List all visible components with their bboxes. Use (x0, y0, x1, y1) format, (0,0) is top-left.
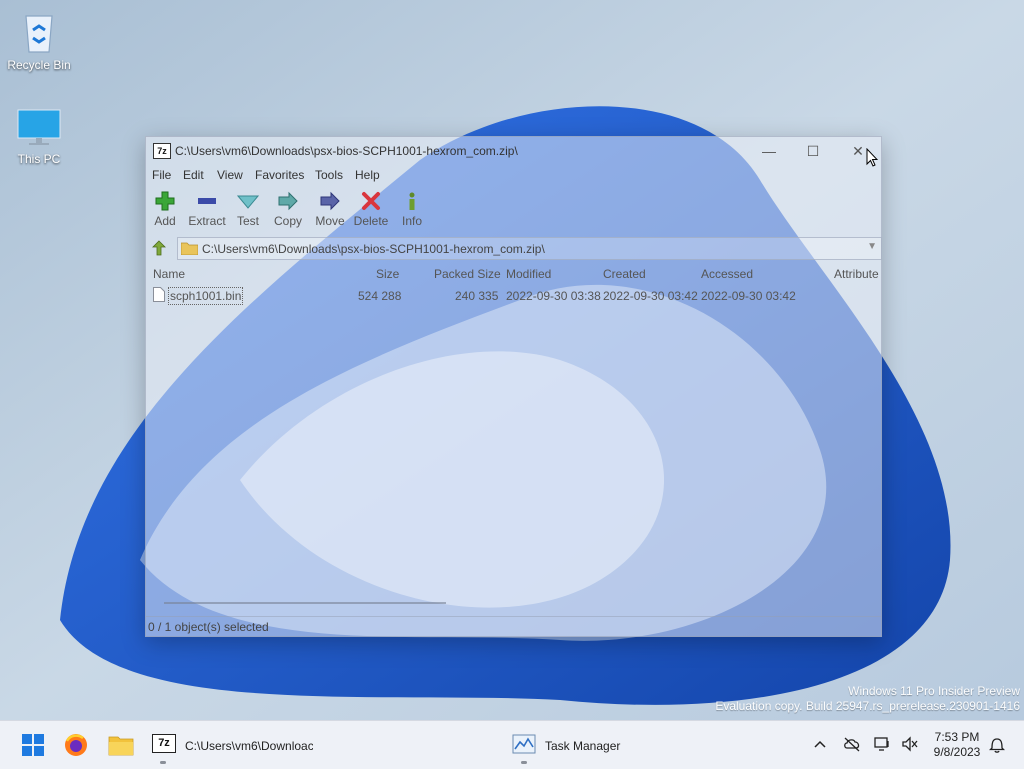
clock-date: 9/8/2023 (933, 745, 981, 759)
info-button[interactable]: Info (390, 191, 434, 228)
column-header-attributes[interactable]: Attribute (834, 267, 879, 281)
column-header-name[interactable]: Name (153, 267, 185, 281)
this-pc-icon (17, 109, 61, 145)
move-label: Move (315, 214, 345, 228)
taskbar-active-indicator (160, 761, 166, 764)
windows-watermark: Windows 11 Pro Insider Preview Evaluatio… (715, 684, 1020, 714)
volume-muted-icon[interactable] (901, 736, 919, 752)
copy-icon (278, 191, 298, 211)
copy-label: Copy (273, 214, 302, 228)
taskbar-app-label: C:\Users\vm6\Downloac (185, 739, 313, 753)
add-button[interactable]: Add (143, 191, 187, 228)
window-title: C:\Users\vm6\Downloads\psx-bios-SCPH1001… (175, 144, 518, 158)
maximize-button[interactable]: ☐ (791, 137, 835, 165)
network-icon[interactable] (874, 736, 892, 752)
desktop-icon-label: This PC (17, 152, 61, 166)
test-label: Test (236, 214, 259, 228)
info-label: Info (401, 214, 422, 228)
watermark-edition: Windows 11 Pro Insider Preview (848, 684, 1020, 698)
status-bar: 0 / 1 object(s) selected (146, 616, 881, 637)
horizontal-scrollbar[interactable] (164, 602, 446, 604)
test-button[interactable]: Test (226, 191, 270, 228)
move-button[interactable]: Move (308, 191, 352, 228)
taskbar-active-indicator (521, 761, 527, 764)
notification-bell-icon[interactable] (989, 736, 1005, 753)
menu-help[interactable]: Help (355, 168, 380, 182)
file-packed-size: 240 335 (455, 289, 499, 303)
menu-file[interactable]: File (152, 168, 171, 182)
up-folder-icon[interactable] (151, 240, 167, 256)
column-header-size[interactable]: Size (376, 267, 399, 281)
clock-time: 7:53 PM (934, 730, 980, 744)
file-manager-window[interactable]: 7z C:\Users\vm6\Downloads\psx-bios-SCPH1… (145, 136, 882, 637)
file-modified: 2022-09-30 03:38 (506, 289, 601, 303)
firefox-icon[interactable] (64, 733, 88, 757)
clock[interactable]: 7:53 PM 9/8/2023 (932, 730, 982, 760)
test-icon (237, 195, 259, 209)
info-icon (409, 192, 415, 210)
extract-label: Extract (188, 214, 226, 228)
file-icon (153, 287, 165, 302)
watermark-build: Evaluation copy. Build 25947.rs_prerelea… (715, 699, 1020, 713)
file-size: 524 288 (358, 289, 402, 303)
recycle-bin-icon (25, 15, 53, 53)
status-text: 0 / 1 object(s) selected (148, 620, 269, 634)
column-header-modified[interactable]: Modified (506, 267, 551, 281)
start-icon[interactable] (21, 733, 45, 757)
desktop-icon-recycle-bin[interactable]: Recycle Bin (1, 10, 77, 72)
menu-view[interactable]: View (217, 168, 243, 182)
mouse-cursor-icon (866, 148, 878, 167)
copy-button[interactable]: Copy (266, 191, 310, 228)
title-bar[interactable]: 7z C:\Users\vm6\Downloads\psx-bios-SCPH1… (146, 137, 881, 165)
chevron-up-icon[interactable] (813, 739, 827, 749)
add-icon (155, 191, 175, 211)
folder-icon (181, 242, 198, 255)
file-created: 2022-09-30 03:42 (603, 289, 698, 303)
file-name: scph1001.bin (168, 287, 244, 305)
address-field[interactable]: C:\Users\vm6\Downloads\psx-bios-SCPH1001… (177, 237, 882, 260)
desktop-icon-this-pc[interactable]: This PC (1, 108, 77, 166)
taskbar-app-label: Task Manager (545, 739, 621, 753)
taskbar: 7z C:\Users\vm6\Downloac Task Manager 7:… (0, 720, 1024, 769)
column-header-accessed[interactable]: Accessed (701, 267, 753, 281)
column-header-created[interactable]: Created (603, 267, 646, 281)
chevron-down-icon[interactable]: ▼ (867, 241, 877, 252)
desktop-icon-label: Recycle Bin (7, 58, 71, 72)
delete-label: Delete (353, 214, 389, 228)
delete-button[interactable]: Delete (349, 191, 393, 228)
file-explorer-icon[interactable] (108, 733, 134, 757)
menu-tools[interactable]: Tools (315, 168, 343, 182)
7zip-app-icon: 7z (152, 734, 176, 753)
column-header-packed-size[interactable]: Packed Size (434, 267, 501, 281)
address-path: C:\Users\vm6\Downloads\psx-bios-SCPH1001… (202, 242, 545, 256)
menu-favorites[interactable]: Favorites (255, 168, 304, 182)
extract-icon (198, 198, 216, 204)
minimize-button[interactable]: — (747, 137, 791, 165)
add-label: Add (154, 214, 176, 228)
address-bar: C:\Users\vm6\Downloads\psx-bios-SCPH1001… (146, 237, 882, 260)
7zip-app-icon: 7z (153, 143, 171, 159)
onedrive-offline-icon[interactable] (843, 736, 861, 752)
move-icon (320, 191, 340, 211)
extract-button[interactable]: Extract (185, 191, 229, 228)
file-accessed: 2022-09-30 03:42 (701, 289, 796, 303)
task-manager-icon (512, 734, 536, 754)
toolbar: Add Extract Test Copy Move Delete Info (146, 187, 881, 233)
delete-icon (362, 192, 380, 210)
file-list[interactable]: Name Size Packed Size Modified Created A… (146, 261, 881, 616)
menu-edit[interactable]: Edit (183, 168, 204, 182)
